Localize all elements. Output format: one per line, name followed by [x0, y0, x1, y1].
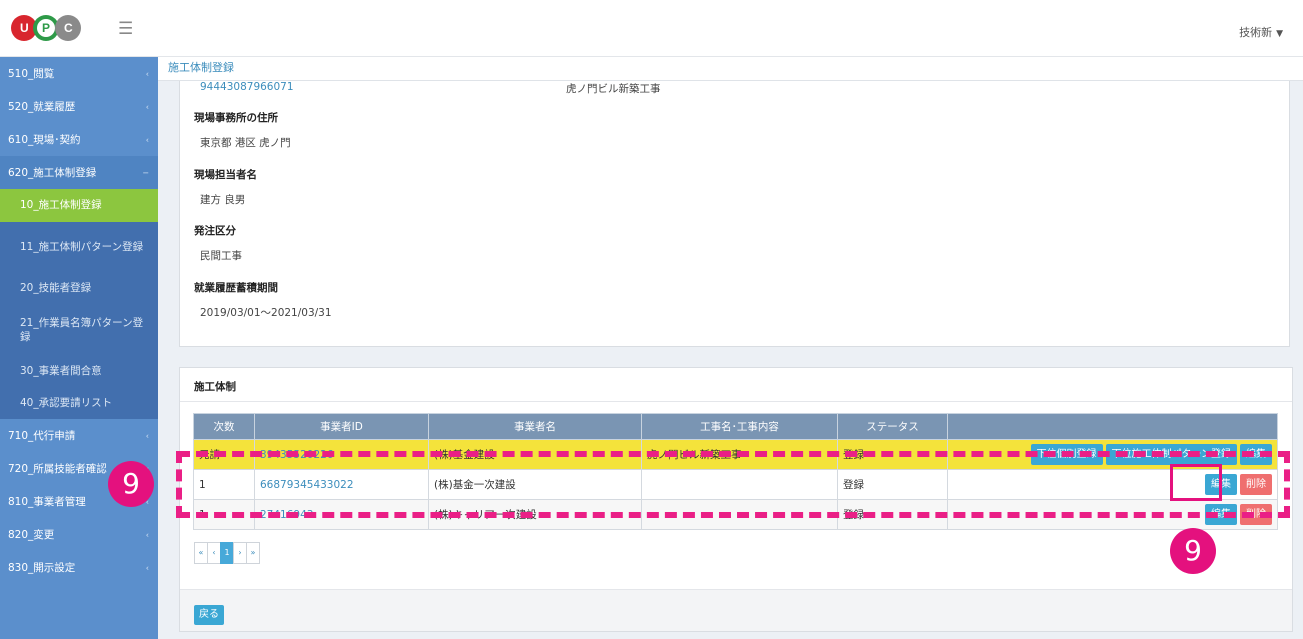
structure-panel: 施工体制 次数 事業者ID 事業者名 工事名･工事内容 ステータス 元請 394… — [179, 367, 1293, 632]
breadcrumb[interactable]: 施工体制登録 — [158, 57, 1303, 81]
sidebar-item-label: 40_承認要請リスト — [20, 397, 113, 410]
chevron-left-icon: ‹ — [145, 530, 149, 539]
back-button[interactable]: 戻る — [194, 605, 224, 625]
sidebar-item-510[interactable]: 510_閲覧 ‹ — [0, 57, 158, 90]
sidebar-item-820[interactable]: 820_変更 ‹ — [0, 518, 158, 551]
cell-work — [641, 469, 838, 500]
upc-logo[interactable]: U P C — [10, 13, 90, 43]
sidebar-subitem-20[interactable]: 20_技能者登録 — [0, 272, 158, 305]
user-name: 技術新 — [1239, 26, 1273, 39]
site-name-partial: 虎ノ門ビル新築工事 — [566, 83, 661, 95]
cell-company-name: (株)基金一次建設 — [428, 469, 642, 500]
pager-first[interactable]: « — [194, 542, 208, 564]
sidebar-item-label: 21_作業員名簿パターン登録 — [20, 316, 144, 343]
annotation-highlight-box — [1170, 464, 1222, 501]
chevron-left-icon: ‹ — [145, 102, 149, 111]
delete-button[interactable]: 削除 — [1240, 474, 1272, 495]
annotation-dash-left — [176, 451, 182, 518]
pager-last[interactable]: » — [246, 542, 260, 564]
sidebar-item-label: 810_事業者管理 — [8, 496, 86, 508]
chevron-left-icon: ‹ — [145, 563, 149, 572]
sidebar-item-620[interactable]: 620_施工体制登録 − — [0, 156, 158, 189]
address-label: 現場事務所の住所 — [194, 112, 278, 124]
col-company-name: 事業者名 — [428, 413, 642, 440]
pager-page-1[interactable]: 1 — [220, 542, 234, 564]
cell-tier: 1 — [193, 469, 255, 500]
sidebar-subitem-11[interactable]: 11_施工体制パターン登録 — [0, 222, 158, 272]
table-row: 1 66879345433022 (株)基金一次建設 登録 編集 削除 — [193, 469, 1278, 500]
pagination: « ‹ 1 › » — [194, 542, 260, 564]
svg-text:C: C — [64, 21, 73, 35]
step-badge-left: 9 — [108, 461, 154, 507]
panel-footer — [180, 589, 1292, 631]
sidebar-item-label: 20_技能者登録 — [20, 282, 92, 295]
hamburger-icon[interactable]: ☰ — [118, 19, 133, 39]
col-actions — [947, 413, 1278, 440]
pager-prev[interactable]: ‹ — [207, 542, 221, 564]
sidebar-item-label: 820_変更 — [8, 529, 55, 541]
sidebar-item-label: 830_開示設定 — [8, 562, 76, 574]
chevron-down-icon: − — [142, 168, 149, 177]
annotation-dash-right — [1284, 451, 1290, 518]
sidebar-item-label: 30_事業者間合意 — [20, 365, 102, 378]
sidebar-item-label: 610_現場･契約 — [8, 134, 81, 146]
chevron-left-icon: ‹ — [145, 431, 149, 440]
sidebar-item-label: 11_施工体制パターン登録 — [20, 240, 144, 253]
pager-next[interactable]: › — [233, 542, 247, 564]
annotation-dash-top — [178, 451, 1290, 457]
caret-down-icon: ▼ — [1276, 29, 1283, 39]
sidebar-item-520[interactable]: 520_就業履歴 ‹ — [0, 90, 158, 123]
sidebar-item-label: 720_所属技能者確認 — [8, 463, 107, 475]
sidebar-subitem-30[interactable]: 30_事業者間合意 — [0, 355, 158, 388]
sidebar-subitem-40[interactable]: 40_承認要請リスト — [0, 388, 158, 419]
cell-actions: 編集 削除 — [947, 469, 1278, 500]
company-id-link[interactable]: 66879345433022 — [260, 479, 354, 491]
col-work: 工事名･工事内容 — [641, 413, 838, 440]
breadcrumb-label[interactable]: 施工体制登録 — [168, 61, 234, 74]
site-info-panel: 94443087966071 虎ノ門ビル新築工事 現場事務所の住所 東京都 港区… — [179, 81, 1290, 347]
sidebar-item-830[interactable]: 830_開示設定 ‹ — [0, 551, 158, 584]
structure-title: 施工体制 — [194, 381, 236, 393]
chevron-left-icon: ‹ — [145, 135, 149, 144]
period-value: 2019/03/01～2021/03/31 — [200, 307, 332, 319]
manager-value: 建方 良男 — [200, 194, 246, 206]
step-badge-right: 9 — [1170, 528, 1216, 574]
user-menu[interactable]: 技術新 ▼ — [1239, 24, 1283, 40]
chevron-left-icon: ‹ — [145, 69, 149, 78]
sidebar-subitem-10[interactable]: 10_施工体制登録 — [0, 189, 158, 222]
sidebar-item-label: 620_施工体制登録 — [8, 167, 97, 179]
sidebar-item-label: 520_就業履歴 — [8, 101, 76, 113]
site-id-partial: 94443087966071 — [200, 81, 294, 93]
manager-label: 現場担当者名 — [194, 169, 257, 181]
address-value: 東京都 港区 虎ノ門 — [200, 137, 291, 149]
sidebar-item-610[interactable]: 610_現場･契約 ‹ — [0, 123, 158, 156]
sidebar-item-label: 10_施工体制登録 — [20, 199, 102, 212]
col-company-id: 事業者ID — [254, 413, 429, 440]
sidebar-item-710[interactable]: 710_代行申請 ‹ — [0, 419, 158, 452]
sidebar-subitem-21[interactable]: 21_作業員名簿パターン登録 — [0, 305, 158, 355]
svg-text:U: U — [20, 21, 29, 35]
divider — [180, 401, 1292, 402]
sidebar-item-label: 510_閲覧 — [8, 68, 55, 80]
col-tier: 次数 — [193, 413, 255, 440]
annotation-dash-bottom — [178, 512, 1290, 518]
svg-text:P: P — [42, 21, 50, 35]
sidebar: 510_閲覧 ‹ 520_就業履歴 ‹ 610_現場･契約 ‹ 620_施工体制登録 −… — [0, 57, 158, 639]
top-bar: U P C ☰ 技術新 ▼ — [0, 0, 1303, 57]
period-label: 就業履歴蓄積期間 — [194, 282, 278, 294]
cell-status: 登録 — [837, 469, 948, 500]
order-type-value: 民間工事 — [200, 250, 242, 262]
sidebar-item-label: 710_代行申請 — [8, 430, 76, 442]
cell-company-id[interactable]: 66879345433022 — [254, 469, 429, 500]
order-type-label: 発注区分 — [194, 225, 236, 237]
col-status: ステータス — [837, 413, 948, 440]
